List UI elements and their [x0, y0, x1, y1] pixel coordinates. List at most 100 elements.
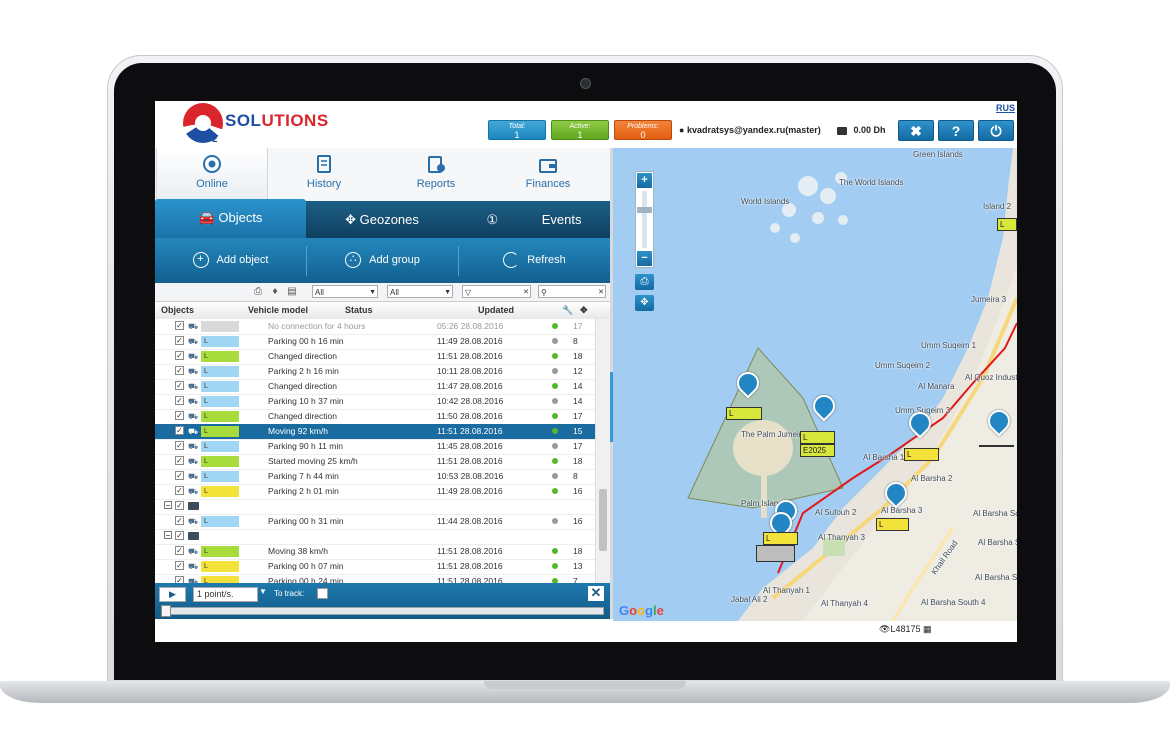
- clear-icon[interactable]: ✕: [523, 286, 529, 299]
- tree-icon[interactable]: ▤: [286, 286, 298, 298]
- active-counter[interactable]: Active: 1: [551, 120, 609, 140]
- row-checkbox[interactable]: ✓: [175, 351, 184, 360]
- table-row[interactable]: ✓ ⛟ No connection for 4 hours 05:26 28.08.2…: [155, 319, 595, 335]
- row-checkbox[interactable]: ✓: [175, 531, 184, 540]
- row-checkbox[interactable]: ✓: [175, 516, 184, 525]
- help-button[interactable]: ?: [938, 120, 974, 141]
- group-row[interactable]: − ✓: [155, 499, 595, 515]
- table-row[interactable]: ✓ ⛟ L Changed direction 11:47 28.08.2016 14: [155, 379, 595, 395]
- row-checkbox[interactable]: ✓: [175, 441, 184, 450]
- tab-geozones[interactable]: ✥ Geozones: [306, 201, 458, 238]
- chevron-down-icon[interactable]: ▼: [259, 587, 267, 596]
- settings-button[interactable]: ✖: [898, 120, 934, 141]
- row-updated: 11:51 28.08.2016: [437, 546, 503, 556]
- row-checkbox[interactable]: ✓: [175, 411, 184, 420]
- speed-select[interactable]: 1 point/s.: [193, 587, 258, 602]
- table-row[interactable]: ✓ ⛟ L Changed direction 11:50 28.08.2016 17: [155, 409, 595, 425]
- table-row[interactable]: ✓ ⛟ L Parking 00 h 24 min 11:51 28.08.2016 7: [155, 574, 595, 583]
- print-icon[interactable]: ⎙: [252, 286, 264, 298]
- table-row[interactable]: ✓ ⛟ L Parking 00 h 07 min 11:51 28.08.2016 13: [155, 559, 595, 575]
- add-object-button[interactable]: + Add object: [155, 238, 306, 283]
- print-map-button[interactable]: ⎙: [635, 274, 654, 290]
- map-tools-button[interactable]: ✥: [635, 295, 654, 311]
- vehicle-label[interactable]: L: [800, 431, 835, 444]
- column-objects[interactable]: Objects: [161, 305, 194, 315]
- vehicle-icon: ⛟: [188, 352, 199, 361]
- table-row[interactable]: ✓ ⛟ L Parking 00 h 16 min 11:49 28.08.2016 8: [155, 334, 595, 350]
- problems-counter[interactable]: Problems: 0: [614, 120, 672, 140]
- table-row[interactable]: ✓ ⛟ L Moving 38 km/h 11:51 28.08.2016 18: [155, 544, 595, 560]
- filter-select-1[interactable]: All ▼: [312, 285, 378, 298]
- tab-objects[interactable]: 🚘 Objects: [155, 199, 306, 238]
- vehicle-label[interactable]: L: [904, 448, 939, 461]
- row-checkbox[interactable]: ✓: [175, 336, 184, 345]
- row-checkbox[interactable]: ✓: [175, 456, 184, 465]
- tab-events[interactable]: ① Events: [458, 201, 610, 238]
- table-row[interactable]: ✓ ⛟ L Moving 92 km/h 11:51 28.08.2016 15: [155, 424, 595, 440]
- to-track-label: To track:: [274, 589, 305, 598]
- table-row[interactable]: ✓ ⛟ L Parking 90 h 11 min 11:45 28.08.2016 17: [155, 439, 595, 455]
- row-checkbox[interactable]: ✓: [175, 486, 184, 495]
- vehicle-label[interactable]: L: [763, 532, 798, 545]
- vehicle-label[interactable]: L: [726, 407, 762, 420]
- close-button[interactable]: ✕: [588, 586, 604, 601]
- user-account[interactable]: ● kvadratsys@yandex.ru(master): [679, 125, 821, 135]
- zoom-in-button[interactable]: +: [637, 173, 652, 188]
- collapse-toggle[interactable]: −: [164, 531, 172, 540]
- table-row[interactable]: ✓ ⛟ L Parking 10 h 37 min 10:42 28.08.2016 14: [155, 394, 595, 410]
- scroll-thumb[interactable]: [599, 489, 607, 551]
- table-row[interactable]: ✓ ⛟ L Parking 7 h 44 min 10:53 28.08.2016 8: [155, 469, 595, 485]
- vehicle-label[interactable]: [756, 545, 795, 562]
- row-checkbox[interactable]: ✓: [175, 501, 184, 510]
- tab-finances[interactable]: Finances: [492, 148, 604, 201]
- table-scrollbar[interactable]: [595, 319, 611, 583]
- row-checkbox[interactable]: ✓: [175, 321, 184, 330]
- row-checkbox[interactable]: ✓: [175, 576, 184, 583]
- group-row[interactable]: − ✓: [155, 529, 595, 545]
- vehicle-label[interactable]: [979, 445, 1014, 447]
- collapse-toggle[interactable]: −: [164, 501, 172, 510]
- vehicle-icon: ⛟: [188, 382, 199, 391]
- add-group-button[interactable]: ∴ Add group: [307, 238, 458, 283]
- filter-select-2[interactable]: All ▼: [387, 285, 453, 298]
- zoom-out-button[interactable]: −: [637, 251, 652, 266]
- tab-online[interactable]: Online: [156, 148, 268, 201]
- playback-slider[interactable]: [161, 607, 604, 615]
- to-track-checkbox[interactable]: [317, 588, 328, 599]
- zoom-track[interactable]: [642, 191, 647, 248]
- clear-icon[interactable]: ✕: [598, 286, 604, 299]
- tab-reports[interactable]: Reports: [380, 148, 492, 201]
- row-checkbox[interactable]: ✓: [175, 546, 184, 555]
- logout-button[interactable]: ⏻: [978, 120, 1014, 141]
- table-row[interactable]: ✓ ⛟ L Parking 2 h 16 min 10:11 28.08.2016 12: [155, 364, 595, 380]
- row-checkbox[interactable]: ✓: [175, 426, 184, 435]
- column-updated[interactable]: Updated: [478, 305, 514, 315]
- vehicle-id-label[interactable]: E2025: [800, 444, 835, 457]
- play-button[interactable]: ▶: [159, 587, 186, 602]
- total-counter[interactable]: Total: 1: [488, 120, 546, 140]
- table-row[interactable]: ✓ ⛟ L Started moving 25 km/h 11:51 28.08.201…: [155, 454, 595, 470]
- table-row[interactable]: ✓ ⛟ L Parking 2 h 01 min 11:49 28.08.2016 16: [155, 484, 595, 500]
- refresh-button[interactable]: Refresh: [459, 238, 610, 283]
- zoom-slider-handle[interactable]: [637, 207, 652, 213]
- column-status[interactable]: Status: [345, 305, 373, 315]
- filter-input[interactable]: ▽ ✕: [462, 285, 531, 298]
- row-checkbox[interactable]: ✓: [175, 396, 184, 405]
- tab-history[interactable]: History: [268, 148, 380, 201]
- row-updated: 10:11 28.08.2016: [437, 366, 503, 376]
- row-checkbox[interactable]: ✓: [175, 381, 184, 390]
- color-icon[interactable]: ♦: [269, 286, 281, 298]
- vehicle-label[interactable]: L: [876, 518, 909, 531]
- map-view[interactable]: Green Islands The World Islands World Is…: [613, 148, 1017, 621]
- row-checkbox[interactable]: ✓: [175, 471, 184, 480]
- search-input[interactable]: ⚲ ✕: [538, 285, 606, 298]
- vehicle-label[interactable]: L: [997, 218, 1017, 231]
- language-link[interactable]: RUS: [996, 103, 1015, 113]
- column-vehicle-model[interactable]: Vehicle model: [248, 305, 308, 315]
- slider-handle[interactable]: [161, 605, 171, 617]
- table-row[interactable]: ✓ ⛟ L Changed direction 11:51 28.08.2016 18: [155, 349, 595, 365]
- row-checkbox[interactable]: ✓: [175, 561, 184, 570]
- table-row[interactable]: ✓ ⛟ L Parking 00 h 31 min 11:44 28.08.2016 16: [155, 514, 595, 530]
- row-checkbox[interactable]: ✓: [175, 366, 184, 375]
- plus-circle-icon: +: [192, 252, 209, 269]
